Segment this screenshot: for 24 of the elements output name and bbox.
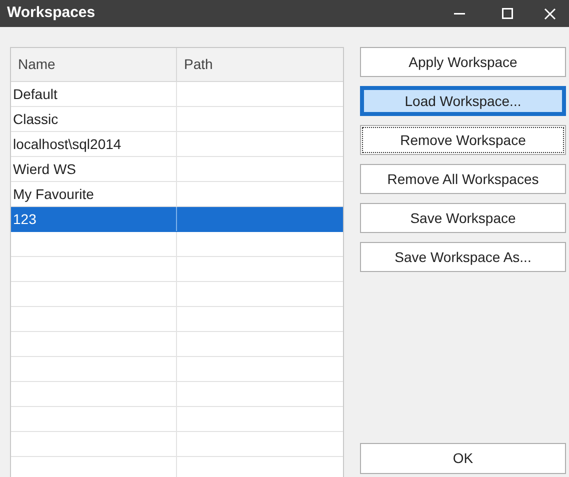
table-cell: Wierd WS — [11, 157, 177, 181]
action-button[interactable]: Remove All Workspaces — [360, 164, 566, 194]
table-cell: Default — [11, 82, 177, 106]
action-button[interactable]: Save Workspace — [360, 203, 566, 233]
window-title: Workspaces — [6, 3, 96, 24]
table-row[interactable]: Wierd WS — [11, 157, 343, 182]
maximize-icon — [502, 8, 512, 19]
action-button[interactable]: Apply Workspace — [360, 47, 566, 77]
action-button[interactable]: Remove Workspace — [360, 125, 566, 155]
table-cell: My Favourite — [11, 182, 177, 206]
close-icon — [544, 8, 556, 20]
action-button[interactable]: Load Workspace... — [360, 86, 566, 116]
minimize-icon — [454, 12, 464, 14]
action-button[interactable]: Save Workspace As... — [360, 242, 566, 272]
table-cell: Classic — [11, 107, 177, 131]
column-header[interactable]: Name — [11, 48, 177, 81]
table-row[interactable]: Default — [11, 82, 343, 107]
ok-button[interactable]: OK — [360, 443, 566, 474]
column-header[interactable]: Path — [177, 48, 343, 81]
table-row[interactable]: 123 — [11, 207, 343, 232]
table-cell: 123 — [11, 207, 177, 231]
table-row[interactable]: Classic — [11, 107, 343, 132]
table-row[interactable]: localhost\sql2014 — [11, 132, 343, 157]
table-cell: localhost\sql2014 — [11, 132, 177, 156]
